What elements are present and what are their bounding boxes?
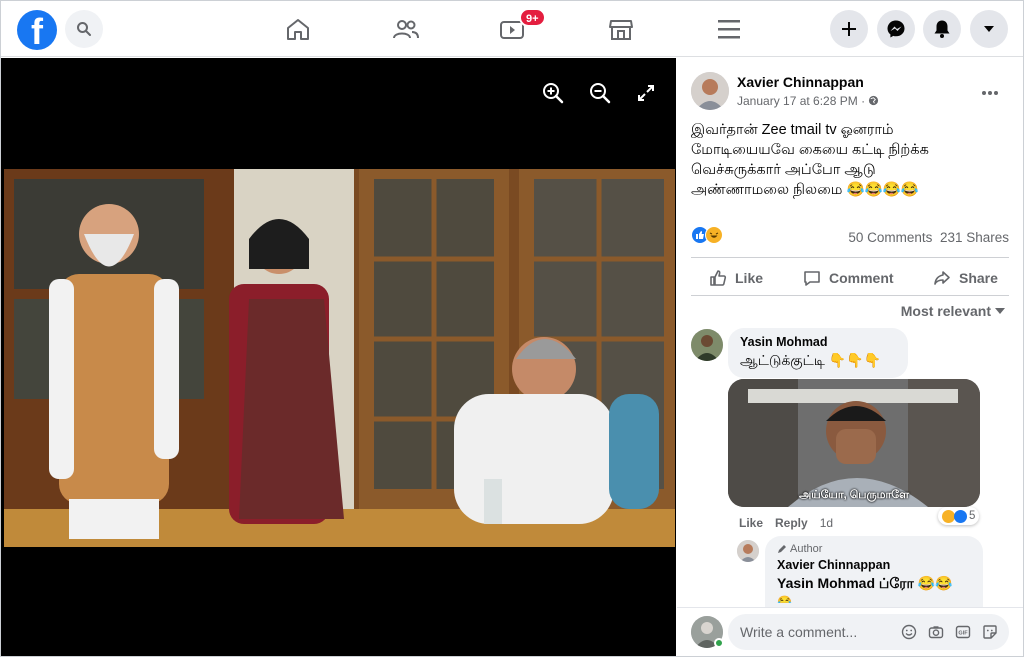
svg-text:GIF: GIF (958, 631, 968, 637)
home-icon (287, 19, 309, 40)
photo-viewer (1, 58, 676, 656)
watch-notification-badge: 9+ (519, 8, 546, 27)
friends-icon (393, 20, 419, 39)
globe-icon (869, 95, 879, 106)
facebook-logo[interactable]: f (17, 10, 57, 50)
facebook-window: f 9+ Xavier Chinnappan January 17 at 6:2… (0, 0, 1024, 657)
meme-illustration (728, 379, 980, 507)
reply-text: Yasin Mohmad ப்ரோ 😂😂 (777, 575, 953, 591)
thumbs-up-icon (710, 270, 727, 286)
comment-actions: Like Reply 1d (739, 516, 833, 530)
messenger-icon (887, 20, 905, 38)
post-text: இவர்தான் Zee tmail tv ஓனராம் மோடியையவே க… (691, 120, 1011, 200)
sticker-button[interactable] (981, 623, 999, 641)
reply-author-avatar[interactable] (737, 540, 759, 562)
fullscreen-icon (638, 85, 654, 101)
comment-input[interactable]: Write a comment... GIF (728, 614, 1009, 650)
share-icon (934, 271, 950, 285)
reaction-summary[interactable] (691, 226, 723, 244)
comment-input-placeholder: Write a comment... (740, 624, 858, 640)
zoom-out-button[interactable] (587, 80, 613, 106)
comment-bubble: Yasin Mohmad ஆட்டுக்குட்டி 👇👇👇 (728, 328, 908, 378)
post-photo[interactable] (4, 169, 675, 547)
shares-count[interactable]: 231 Shares (940, 230, 1009, 245)
photo-illustration (4, 169, 675, 547)
reply-avatar-image (737, 540, 759, 562)
online-status-indicator (714, 638, 724, 648)
comment-reply-button[interactable]: Reply (775, 516, 808, 530)
comments-count[interactable]: 50 Comments (848, 230, 932, 245)
post-text-line: இவர்தான் Zee tmail tv ஓனராம் (691, 122, 894, 138)
emoji-icon (901, 624, 917, 640)
author-avatar-image (691, 72, 729, 110)
reply-text-overflow: 😂 (777, 595, 792, 603)
haha-reaction-icon (705, 226, 723, 244)
sticker-icon (983, 625, 997, 639)
menu-tab[interactable] (715, 14, 743, 44)
like-reaction-icon (954, 509, 967, 523)
marketplace-icon (609, 20, 633, 40)
post-text-line: மோடியையவே கையை கட்டி நிற்க்க (691, 142, 929, 158)
author-avatar[interactable] (691, 72, 729, 110)
notifications-button[interactable] (923, 10, 961, 48)
commenter-name[interactable]: Yasin Mohmad (740, 335, 896, 349)
fullscreen-button[interactable] (633, 80, 659, 106)
create-button[interactable] (830, 10, 868, 48)
friends-tab[interactable] (392, 14, 420, 44)
comment-timestamp[interactable]: 1d (820, 516, 833, 530)
comment-reactions[interactable]: 5 (938, 507, 980, 525)
post-timestamp[interactable]: January 17 at 6:28 PM · (737, 94, 879, 108)
home-tab[interactable] (284, 14, 312, 44)
camera-icon (928, 626, 944, 639)
notifications-icon (934, 20, 950, 38)
meme-caption: அய்யோ, பெருமாளே (798, 489, 910, 501)
comment-sort-dropdown[interactable]: Most relevant (901, 303, 1005, 319)
comment-like-button[interactable]: Like (739, 516, 763, 530)
account-dropdown-icon (984, 26, 994, 32)
post-text-line: வெச்சுருக்கார் அப்போ ஆடு (691, 162, 876, 178)
menu-icon (718, 20, 740, 39)
share-button[interactable]: Share (933, 266, 998, 290)
comment-button[interactable]: Comment (803, 266, 894, 290)
account-button[interactable] (970, 10, 1008, 48)
engagement-counts: 50 Comments 231 Shares (848, 230, 1009, 245)
top-navigation-bar: f 9+ (1, 1, 1023, 57)
post-text-line: அண்ணாமலை நிலமை 😂😂😂😂 (691, 182, 919, 198)
zoom-out-icon (590, 83, 611, 104)
zoom-in-icon (543, 83, 564, 104)
pencil-icon (778, 545, 786, 553)
gif-icon: GIF (955, 625, 971, 639)
zoom-in-button[interactable] (540, 80, 566, 106)
post-author-name[interactable]: Xavier Chinnappan (737, 74, 864, 90)
divider (691, 257, 1009, 258)
divider (691, 295, 1009, 296)
like-button[interactable]: Like (709, 266, 763, 290)
commenter-avatar[interactable] (691, 329, 723, 361)
comment-text: ஆட்டுக்குட்டி 👇👇👇 (740, 352, 882, 368)
search-icon (77, 22, 91, 36)
camera-button[interactable] (927, 623, 945, 641)
emoji-button[interactable] (900, 623, 918, 641)
reply-bubble: Author Xavier Chinnappan Yasin Mohmad ப்… (765, 536, 983, 608)
divider (677, 607, 1023, 608)
author-tag: Author (777, 543, 971, 555)
marketplace-tab[interactable] (607, 14, 635, 44)
search-button[interactable] (65, 10, 103, 48)
gif-button[interactable]: GIF (954, 623, 972, 641)
comment-meme-image[interactable]: அய்யோ, பெருமாளே (728, 379, 980, 507)
commenter-avatar-image (691, 329, 723, 361)
comment-icon (804, 271, 820, 286)
post-details-panel: Xavier Chinnappan January 17 at 6:28 PM … (677, 58, 1023, 656)
messenger-button[interactable] (877, 10, 915, 48)
plus-icon (842, 22, 856, 36)
chevron-down-icon (995, 308, 1005, 314)
reply-author-name[interactable]: Xavier Chinnappan (777, 558, 971, 572)
post-more-options[interactable] (981, 80, 999, 101)
more-horizontal-icon (982, 91, 998, 95)
